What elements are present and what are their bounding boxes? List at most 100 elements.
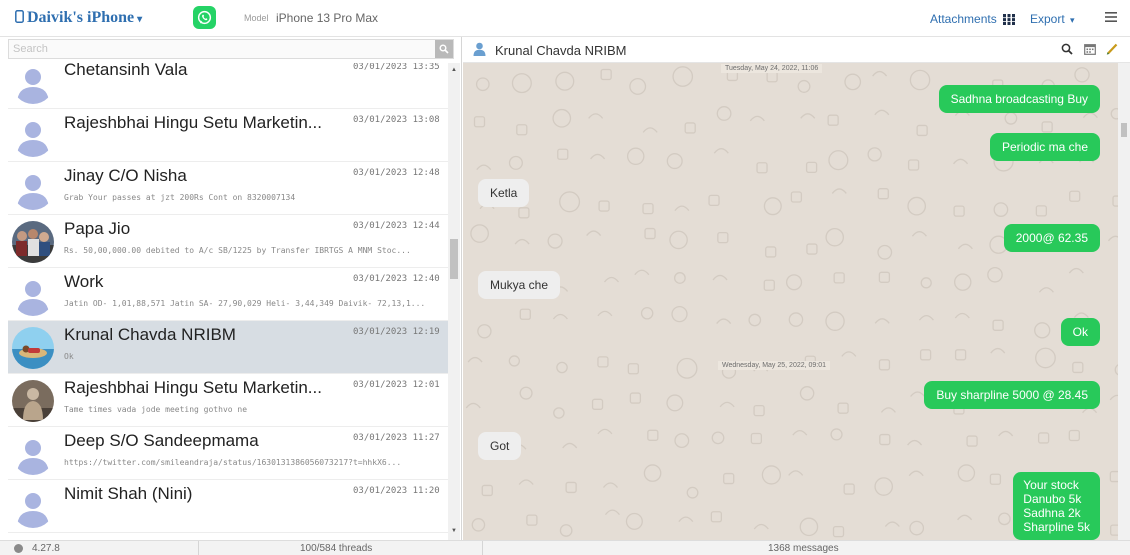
message-bubble-outgoing[interactable]: Ok [1060, 318, 1100, 346]
thread-name: Jinay C/O Nisha [64, 166, 187, 185]
thread-snippet: https://twitter.com/smileandraja/status/… [64, 458, 402, 467]
wallpaper-doodle [799, 386, 815, 401]
message-bubble-outgoing[interactable]: 2000@ 62.35 [1003, 224, 1100, 252]
thread-row[interactable]: Chetansinh Vala 03/01/2023 13:35 [8, 63, 448, 109]
message-bubble-incoming[interactable]: Ketla [478, 179, 530, 207]
message-bubble-outgoing[interactable]: Buy sharpline 5000 @ 28.45 [924, 381, 1100, 409]
thread-row[interactable]: Nimit Shah (Nini) 03/01/2023 11:20 [8, 480, 448, 533]
wallpaper-doodle [588, 113, 604, 119]
wallpaper-doodle [508, 355, 520, 367]
wallpaper-doodle [553, 407, 565, 419]
message-line: Danubo 5k [1023, 492, 1082, 506]
device-selector[interactable]: Daivik's iPhone ▾ [15, 9, 142, 27]
wallpaper-doodle [756, 162, 768, 174]
scroll-up-icon[interactable]: ▲ [449, 65, 459, 75]
wallpaper-doodle [998, 512, 1011, 526]
thread-row[interactable]: Jinay C/O Nisha 03/01/2023 12:48 Grab Your… [8, 162, 448, 215]
wallpaper-doodle [954, 312, 970, 319]
wallpaper-doodle [642, 202, 654, 215]
wallpaper-doodle [629, 77, 647, 95]
search-input[interactable] [9, 40, 429, 58]
wallpaper-doodle [678, 516, 694, 523]
wallpaper-doodle [907, 159, 920, 171]
avatar [12, 327, 54, 369]
wallpaper-doodle [761, 465, 782, 485]
wallpaper-doodle [717, 231, 729, 244]
wallpaper-doodle [992, 319, 1004, 331]
message-count: 1368 messages [768, 543, 839, 554]
thread-list: Chetansinh Vala 03/01/2023 13:35 Rajeshbha… [0, 63, 448, 540]
message-area: Tuesday, May 24, 2022, 11:06 Sadhna broad… [463, 63, 1130, 540]
wallpaper-doodle [604, 509, 620, 516]
wallpaper-doodle [711, 431, 725, 445]
wallpaper-doodle [832, 525, 845, 538]
thread-row[interactable]: Rajeshbhai Hingu Setu Marketin... 03/01/2… [8, 109, 448, 162]
thread-row[interactable]: Deep S/O Sandeepmama 03/01/2023 11:27 http… [8, 427, 448, 480]
message-bubble-incoming[interactable]: Got [478, 432, 522, 460]
wallpaper-doodle [805, 161, 818, 173]
wallpaper-doodle [597, 428, 613, 435]
wallpaper-doodle [920, 277, 932, 289]
wallpaper-doodle [643, 464, 662, 482]
wallpaper-doodle [676, 357, 698, 379]
wallpaper-doodle [880, 407, 896, 413]
thread-row[interactable]: Krunal Chavda NRIBM 03/01/2023 12:19 Ok [8, 321, 448, 374]
wallpaper-doodle [833, 272, 845, 284]
status-divider [198, 541, 199, 555]
wallpaper-doodle [477, 324, 492, 339]
wallpaper-doodle [674, 433, 690, 449]
wallpaper-doodle [1074, 67, 1090, 83]
wallpaper-doodle [918, 315, 934, 321]
thread-timestamp: 03/01/2023 11:27 [353, 433, 440, 443]
wallpaper-doodle [806, 243, 818, 255]
wallpaper-doodle [879, 433, 891, 446]
wallpaper-doodle [987, 266, 1003, 283]
wallpaper-doodle [1068, 429, 1080, 442]
message-scrollbar[interactable] [1118, 63, 1130, 540]
wallpaper-doodle [1034, 322, 1051, 339]
wallpaper-doodle [1037, 432, 1050, 444]
avatar [12, 380, 54, 422]
thread-row[interactable]: Papa Jio 03/01/2023 12:44 Rs. 50,00,000.00… [8, 215, 448, 268]
wallpaper-doodle [719, 401, 735, 408]
wallpaper-doodle [552, 108, 572, 128]
thread-count: 100/584 threads [300, 543, 373, 554]
calendar-icon[interactable] [1084, 43, 1096, 55]
message-bubble-outgoing[interactable]: Sadhna broadcasting Buy [938, 85, 1100, 113]
wallpaper-doodle [998, 430, 1014, 437]
message-bubble-outgoing[interactable]: Your stock Danubo 5k Sadhna 2k Sharpline 5k [1013, 472, 1100, 540]
scrollbar-thumb[interactable] [450, 239, 458, 279]
wallpaper-doodle [555, 71, 575, 91]
thread-timestamp: 03/01/2023 12:01 [353, 380, 440, 390]
search-button[interactable] [435, 40, 453, 58]
wallpaper-doodle [872, 70, 888, 77]
wallpaper-doodle [1038, 287, 1054, 293]
search-icon[interactable] [1061, 43, 1073, 55]
wallpaper-doodle [586, 230, 602, 236]
thread-snippet: Ok [64, 352, 74, 361]
thread-list-scrollbar[interactable]: ▲ ▼ [448, 63, 460, 540]
wallpaper-doodle [559, 524, 573, 537]
message-bubble-outgoing[interactable]: Periodic ma che [989, 133, 1100, 161]
wallpaper-doodle [1041, 121, 1053, 133]
wallpaper-doodle [590, 153, 606, 160]
scroll-down-icon[interactable]: ▼ [449, 526, 459, 536]
wallpaper-doodle [591, 398, 604, 410]
export-button[interactable]: Export ▾ [1030, 12, 1075, 26]
thread-row[interactable]: Rajeshbhai Hingu Setu Marketin... 03/01/2… [8, 374, 448, 427]
wallpaper-doodle [878, 359, 891, 371]
grid-icon [1003, 14, 1016, 25]
avatar [12, 221, 54, 263]
pencil-icon[interactable] [1106, 43, 1118, 55]
wallpaper-doodle [966, 435, 978, 447]
thread-row[interactable]: Work 03/01/2023 12:40 Jatin OD- 1,01,88,57… [8, 268, 448, 321]
message-bubble-incoming[interactable]: Mukya che [478, 271, 561, 299]
wallpaper-doodle [471, 518, 486, 532]
scrollbar-thumb[interactable] [1121, 123, 1127, 137]
avatar [12, 115, 54, 157]
thread-timestamp: 03/01/2023 13:08 [353, 115, 440, 125]
attachments-button[interactable]: Attachments [930, 12, 1016, 26]
hamburger-menu-icon[interactable] [1105, 12, 1117, 22]
thread-name: Papa Jio [64, 219, 131, 238]
wallpaper-doodle [1004, 111, 1018, 125]
